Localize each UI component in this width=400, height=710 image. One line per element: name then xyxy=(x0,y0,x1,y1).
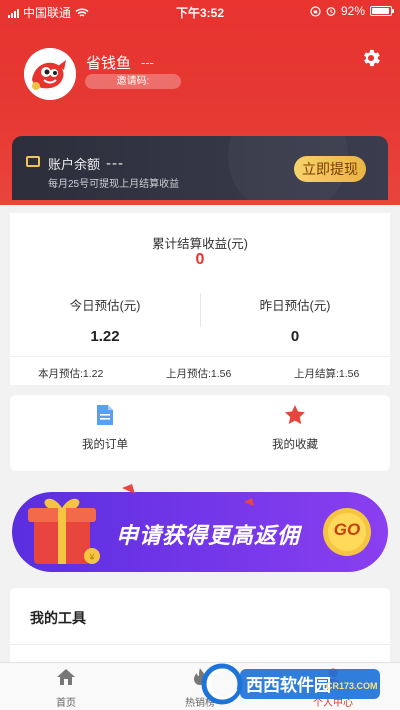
watermark-url: CR173.COM xyxy=(326,681,378,691)
status-bar: 中国联通 下午3:52 92% xyxy=(0,0,400,22)
this-month-estimate: 本月预估:1.22 xyxy=(38,368,104,380)
divider xyxy=(10,644,390,645)
wallet-icon xyxy=(26,156,40,167)
avatar[interactable] xyxy=(24,48,76,100)
balance-card: 账户余额 --- 每月25号可提现上月结算收益 立即提现 xyxy=(12,136,388,200)
nickname-extra: --- xyxy=(141,55,155,70)
my-orders-label: 我的订单 xyxy=(82,439,128,451)
total-earnings-value: 0 xyxy=(195,251,205,268)
yesterday-estimate: 昨日预估(元) 0 xyxy=(200,295,390,345)
home-icon xyxy=(57,669,75,685)
invite-code-badge[interactable]: 邀请码: xyxy=(85,74,181,89)
promo-banner-text: 申请获得更高返佣 xyxy=(116,523,301,548)
document-icon xyxy=(97,405,113,425)
go-badge: GO xyxy=(333,520,361,539)
nickname-row: 省钱鱼 --- xyxy=(86,52,154,73)
balance-title-row: 账户余额 --- xyxy=(48,154,124,173)
battery-percent: 92% xyxy=(340,4,365,18)
alarm-icon xyxy=(326,7,336,16)
fish-mascot-icon xyxy=(24,48,76,100)
last-month-settled: 上月结算:1.56 xyxy=(294,368,360,380)
battery-icon xyxy=(370,6,394,16)
today-estimate: 今日预估(元) 1.22 xyxy=(10,295,200,345)
my-tools-title: 我的工具 xyxy=(30,610,86,626)
balance-value: --- xyxy=(106,155,125,172)
quick-links-card: 我的订单 我的收藏 xyxy=(10,395,390,471)
my-favorites-label: 我的收藏 xyxy=(272,439,318,451)
balance-subtitle: 每月25号可提现上月结算收益 xyxy=(48,179,180,190)
yesterday-estimate-label: 昨日预估(元) xyxy=(259,299,331,313)
withdraw-button[interactable]: 立即提现 xyxy=(294,156,366,182)
nickname: 省钱鱼 xyxy=(86,55,132,72)
profile-page: 中国联通 下午3:52 92% 省钱鱼 --- 邀请码: 账户余额 --- 每月… xyxy=(0,0,400,710)
total-earnings-label: 累计结算收益(元) xyxy=(152,237,248,251)
earnings-card: 累计结算收益(元) 0 今日预估(元) 1.22 昨日预估(元) 0 本月预估:… xyxy=(10,213,390,385)
promo-banner[interactable]: ¥ 申请获得更高返佣 GO xyxy=(12,480,388,580)
today-estimate-value: 1.22 xyxy=(90,328,120,345)
tab-home[interactable]: 首页 xyxy=(26,667,106,709)
orientation-lock-icon xyxy=(310,5,321,17)
gear-icon[interactable] xyxy=(360,47,382,69)
today-estimate-label: 今日预估(元) xyxy=(69,299,141,313)
last-month-estimate: 上月预估:1.56 xyxy=(166,368,232,380)
divider xyxy=(10,356,390,357)
balance-label: 账户余额 xyxy=(48,157,101,172)
watermark-brand: 西西软件园 xyxy=(246,676,331,695)
site-watermark: 西西软件园 CR173.COM xyxy=(200,661,385,707)
tab-home-label: 首页 xyxy=(56,698,76,709)
my-favorites-link[interactable]: 我的收藏 xyxy=(200,403,390,452)
svg-text:¥: ¥ xyxy=(88,552,95,562)
yesterday-estimate-value: 0 xyxy=(290,328,300,345)
star-icon xyxy=(285,405,305,425)
my-orders-link[interactable]: 我的订单 xyxy=(10,403,200,452)
